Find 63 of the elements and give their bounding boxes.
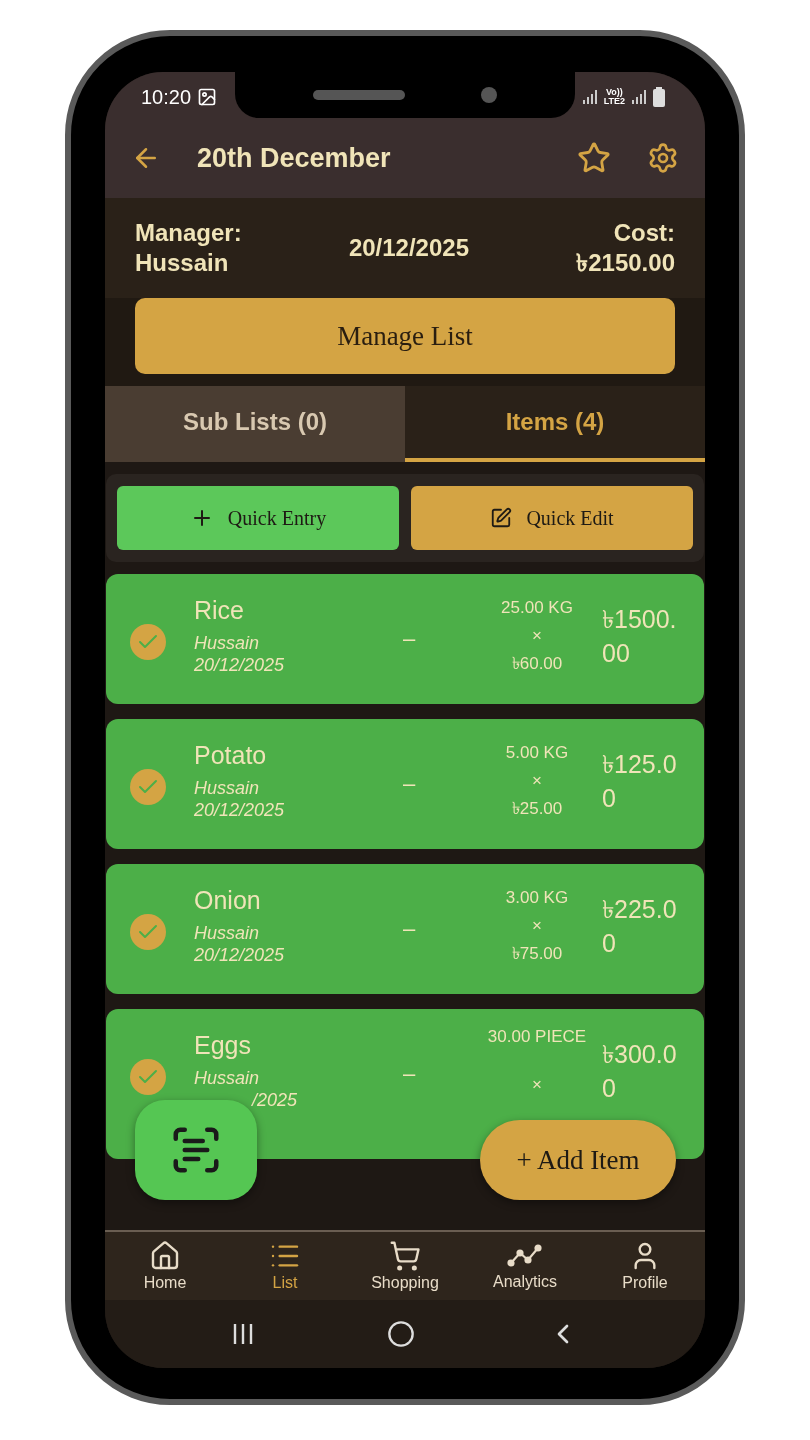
check-mark[interactable] <box>130 1059 166 1095</box>
check-mark[interactable] <box>130 624 166 660</box>
item-quantity: 30.00 PIECE <box>487 1026 587 1048</box>
nav-item[interactable]: Profile <box>585 1232 705 1300</box>
network-label: Vo)) LTE2 <box>603 88 625 106</box>
item-name: Potato <box>194 740 268 771</box>
battery-icon <box>653 87 665 107</box>
check-mark[interactable] <box>130 914 166 950</box>
circle-icon <box>387 1320 415 1348</box>
times-sign: × <box>532 625 542 647</box>
times-sign: × <box>532 915 542 937</box>
item-note: – <box>402 771 416 797</box>
item-note: – <box>402 916 416 942</box>
signal-icon <box>631 89 647 105</box>
item-name: Onion <box>194 885 262 916</box>
star-button[interactable] <box>577 141 611 175</box>
signal-icon <box>581 89 598 105</box>
item-note: – <box>402 1061 416 1087</box>
item-person: Hussain <box>194 632 261 654</box>
status-time: 10:20 <box>141 85 192 109</box>
item-date: 20/12/2025 <box>194 799 285 821</box>
item-quantity: 5.00 KG <box>505 742 569 764</box>
item-name: Eggs <box>194 1030 252 1061</box>
tab[interactable]: Items (4) <box>405 386 705 462</box>
unit-price: ৳75.00 <box>511 943 563 965</box>
check-mark[interactable] <box>130 769 166 805</box>
image-icon <box>197 87 218 107</box>
item-date: 20/12/2025 <box>194 654 285 676</box>
unit-price: ৳60.00 <box>511 653 563 675</box>
times-sign: × <box>532 770 542 792</box>
nav-item[interactable]: Shopping <box>345 1232 465 1300</box>
item-total: ৳225.00 <box>602 894 678 959</box>
tab[interactable]: Sub Lists (0) <box>105 386 405 462</box>
item-total: ৳1500.00 <box>602 604 678 669</box>
manage-list-button[interactable]: Manage List <box>135 298 675 374</box>
nav-item[interactable]: List <box>225 1232 345 1300</box>
cost-text: Cost: ৳2150.00 <box>576 218 675 278</box>
times-sign: × <box>532 1074 542 1096</box>
item-note: – <box>402 626 416 652</box>
quick-entry-button[interactable]: Quick Entry <box>117 486 399 550</box>
item-person: Hussain <box>194 1067 261 1089</box>
item-person: Hussain <box>194 777 261 799</box>
item-name: Rice <box>194 595 245 626</box>
home-icon <box>149 1240 181 1272</box>
three-bars-icon <box>231 1322 255 1346</box>
item-quantity: 3.00 KG <box>505 887 569 909</box>
list-date: 20/12/2025 <box>348 233 469 263</box>
quick-edit-button[interactable]: Quick Edit <box>411 486 693 550</box>
item-person: Hussain <box>194 922 261 944</box>
unit-price: ৳25.00 <box>511 798 563 820</box>
item-date: 20/12/2025 <box>194 944 285 966</box>
item-total: ৳125.00 <box>602 749 678 814</box>
page-title: 20th December <box>197 142 392 174</box>
nav-item[interactable]: Home <box>105 1232 225 1300</box>
item-quantity: 25.00 KG <box>501 597 573 619</box>
manager-text: Manager: Hussain <box>135 218 242 278</box>
settings-button[interactable] <box>647 142 679 174</box>
item-total: ৳300.00 <box>602 1039 678 1104</box>
cart-icon <box>389 1240 421 1272</box>
nav-item[interactable]: Analytics <box>465 1232 585 1300</box>
add-item-button[interactable]: + Add Item <box>480 1120 676 1200</box>
item-date: /2025 <box>250 1089 298 1111</box>
edit-icon <box>490 507 513 529</box>
